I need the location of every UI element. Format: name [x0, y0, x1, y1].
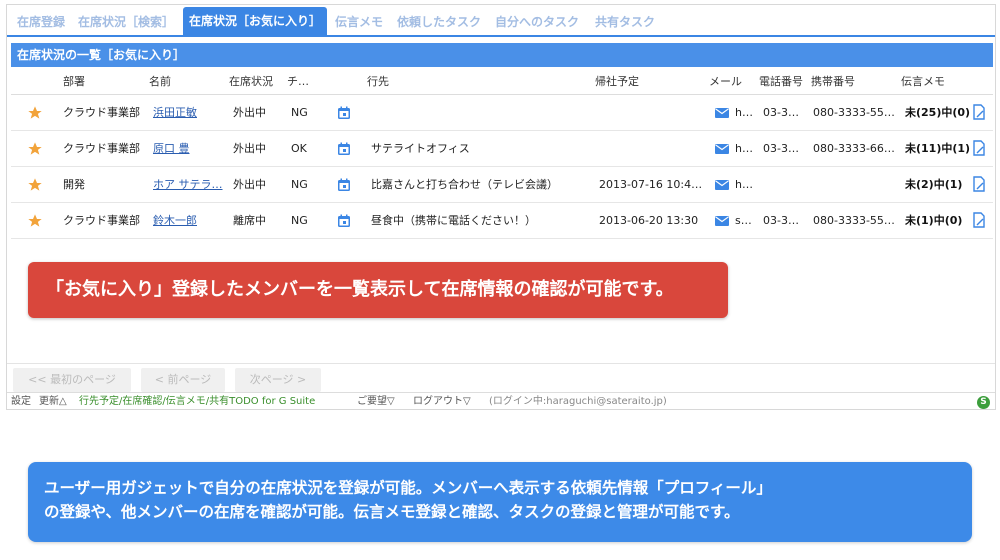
table-row[interactable]: クラウド事業部 原口 豊 外出中 OK サテライトオフィス h… 03-3… 0…	[11, 131, 993, 167]
cell-check: NG	[291, 106, 308, 119]
favorite-star-icon[interactable]	[27, 213, 43, 229]
favorite-star-icon[interactable]	[27, 105, 43, 121]
sateraito-logo-icon[interactable]: S	[977, 396, 990, 409]
col-phone[interactable]: 電話番号	[759, 69, 803, 95]
favorite-star-icon[interactable]	[27, 141, 43, 157]
cell-dept: クラウド事業部	[63, 142, 140, 155]
tab-search[interactable]: 在席状況［検索］	[78, 11, 174, 35]
cell-name-link[interactable]: 鈴木一郎	[153, 203, 227, 239]
col-return[interactable]: 帰社予定	[595, 69, 639, 95]
first-page-button[interactable]: << 最初のページ	[13, 368, 131, 392]
favorites-callout: 「お気に入り」登録したメンバーを一覧表示して在席情報の確認が可能です。	[28, 262, 728, 318]
calendar-icon[interactable]	[337, 178, 351, 192]
cell-mobile: 080-3333-55…	[813, 214, 895, 227]
table-row[interactable]: 開発 ホア サテラ… 外出中 NG 比嘉さんと打ち合わせ（テレビ会議） 2013…	[11, 167, 993, 203]
cell-check: NG	[291, 214, 308, 227]
cell-dept: クラウド事業部	[63, 214, 140, 227]
memo-edit-icon[interactable]	[973, 104, 985, 120]
app-name-link[interactable]: 行先予定/在席確認/伝言メモ/共有TODO for G Suite	[79, 393, 315, 411]
cell-mail[interactable]: h…	[735, 95, 757, 131]
update-link[interactable]: 更新△	[39, 393, 67, 411]
cell-phone: 03-3…	[763, 142, 799, 155]
tab-my-tasks[interactable]: 自分へのタスク	[495, 11, 579, 35]
cell-phone: 03-3…	[763, 214, 799, 227]
cell-memo[interactable]: 未(25)中(0)	[905, 95, 973, 131]
gadget-frame: 在席登録 在席状況［検索］ 在席状況［お気に入り］ 伝言メモ 依頼したタスク 自…	[6, 4, 996, 410]
mail-icon[interactable]	[715, 180, 729, 190]
settings-link[interactable]: 設定	[11, 393, 31, 411]
calendar-icon[interactable]	[337, 214, 351, 228]
request-link[interactable]: ご要望▽	[357, 393, 395, 411]
memo-edit-icon[interactable]	[973, 176, 985, 192]
cell-mail[interactable]: h…	[735, 131, 757, 167]
status-bar: 設定 更新△ 行先予定/在席確認/伝言メモ/共有TODO for G Suite…	[7, 392, 995, 410]
mail-icon[interactable]	[715, 144, 729, 154]
tab-register[interactable]: 在席登録	[17, 11, 65, 35]
col-name[interactable]: 名前	[149, 69, 171, 95]
feature-callout-line1: ユーザー用ガジェットで自分の在席状況を登録が可能。メンバーへ表示する依頼先情報「…	[44, 479, 772, 497]
cell-name-link[interactable]: 原口 豊	[153, 131, 227, 167]
cell-dept: 開発	[63, 178, 85, 191]
tab-memo[interactable]: 伝言メモ	[335, 11, 383, 35]
tab-requested-tasks[interactable]: 依頼したタスク	[397, 11, 481, 35]
memo-edit-icon[interactable]	[973, 140, 985, 156]
col-check[interactable]: チ…	[287, 69, 321, 95]
login-info: (ログイン中:haraguchi@sateraito.jp)	[489, 396, 667, 407]
col-dept[interactable]: 部署	[63, 69, 85, 95]
logout-link[interactable]: ログアウト▽	[413, 393, 471, 411]
cell-mobile: 080-3333-66…	[813, 142, 895, 155]
next-page-button[interactable]: 次ページ >	[235, 368, 321, 392]
col-mobile[interactable]: 携帯番号	[811, 69, 855, 95]
mail-icon[interactable]	[715, 216, 729, 226]
prev-page-button[interactable]: < 前ページ	[141, 368, 225, 392]
cell-status: 外出中	[233, 106, 266, 119]
favorite-star-icon[interactable]	[27, 177, 43, 193]
cell-name-link[interactable]: 浜田正敏	[153, 95, 227, 131]
tab-bar: 在席登録 在席状況［検索］ 在席状況［お気に入り］ 伝言メモ 依頼したタスク 自…	[7, 5, 995, 37]
mail-icon[interactable]	[715, 108, 729, 118]
col-dest[interactable]: 行先	[367, 69, 389, 95]
feature-callout: ユーザー用ガジェットで自分の在席状況を登録が可能。メンバーへ表示する依頼先情報「…	[28, 462, 972, 542]
cell-status: 外出中	[233, 178, 266, 191]
col-status[interactable]: 在席状況	[229, 69, 273, 95]
cell-dest: 昼食中（携帯に電話ください！）	[371, 214, 536, 227]
cell-memo[interactable]: 未(2)中(1)	[905, 167, 973, 203]
cell-mail[interactable]: h…	[735, 167, 757, 203]
col-mail[interactable]: メール	[709, 69, 742, 95]
cell-dept: クラウド事業部	[63, 106, 140, 119]
cell-dest: サテライトオフィス	[371, 142, 470, 155]
cell-status: 外出中	[233, 142, 266, 155]
cell-check: OK	[291, 142, 307, 155]
table-row[interactable]: クラウド事業部 鈴木一郎 離席中 NG 昼食中（携帯に電話ください！） 2013…	[11, 203, 993, 239]
cell-dest: 比嘉さんと打ち合わせ（テレビ会議）	[371, 178, 558, 191]
table-header: 部署 名前 在席状況 チ… 行先 帰社予定 メール 電話番号 携帯番号 伝言メモ	[11, 69, 993, 95]
calendar-icon[interactable]	[337, 106, 351, 120]
feature-callout-line2: の登録や、他メンバーの在席を確認が可能。伝言メモ登録と確認、タスクの登録と管理が…	[44, 503, 740, 521]
pagination: << 最初のページ < 前ページ 次ページ >	[7, 363, 995, 395]
calendar-icon[interactable]	[337, 142, 351, 156]
col-memo[interactable]: 伝言メモ	[901, 69, 945, 95]
tab-shared-tasks[interactable]: 共有タスク	[595, 11, 655, 35]
memo-edit-icon[interactable]	[973, 212, 985, 228]
cell-memo[interactable]: 未(11)中(1)	[905, 131, 973, 167]
cell-memo[interactable]: 未(1)中(0)	[905, 203, 973, 239]
cell-mail[interactable]: s…	[735, 203, 757, 239]
cell-return: 2013-07-16 10:4…	[599, 178, 703, 191]
cell-status: 離席中	[233, 214, 266, 227]
cell-check: NG	[291, 178, 308, 191]
cell-phone: 03-3…	[763, 106, 799, 119]
table-row[interactable]: クラウド事業部 浜田正敏 外出中 NG h… 03-3… 080-3333-55…	[11, 95, 993, 131]
list-title: 在席状況の一覧［お気に入り］	[11, 43, 993, 67]
cell-name-link[interactable]: ホア サテラ…	[153, 167, 227, 203]
tab-favorites[interactable]: 在席状況［お気に入り］	[183, 7, 328, 37]
cell-mobile: 080-3333-55…	[813, 106, 895, 119]
cell-return: 2013-06-20 13:30	[599, 214, 699, 227]
